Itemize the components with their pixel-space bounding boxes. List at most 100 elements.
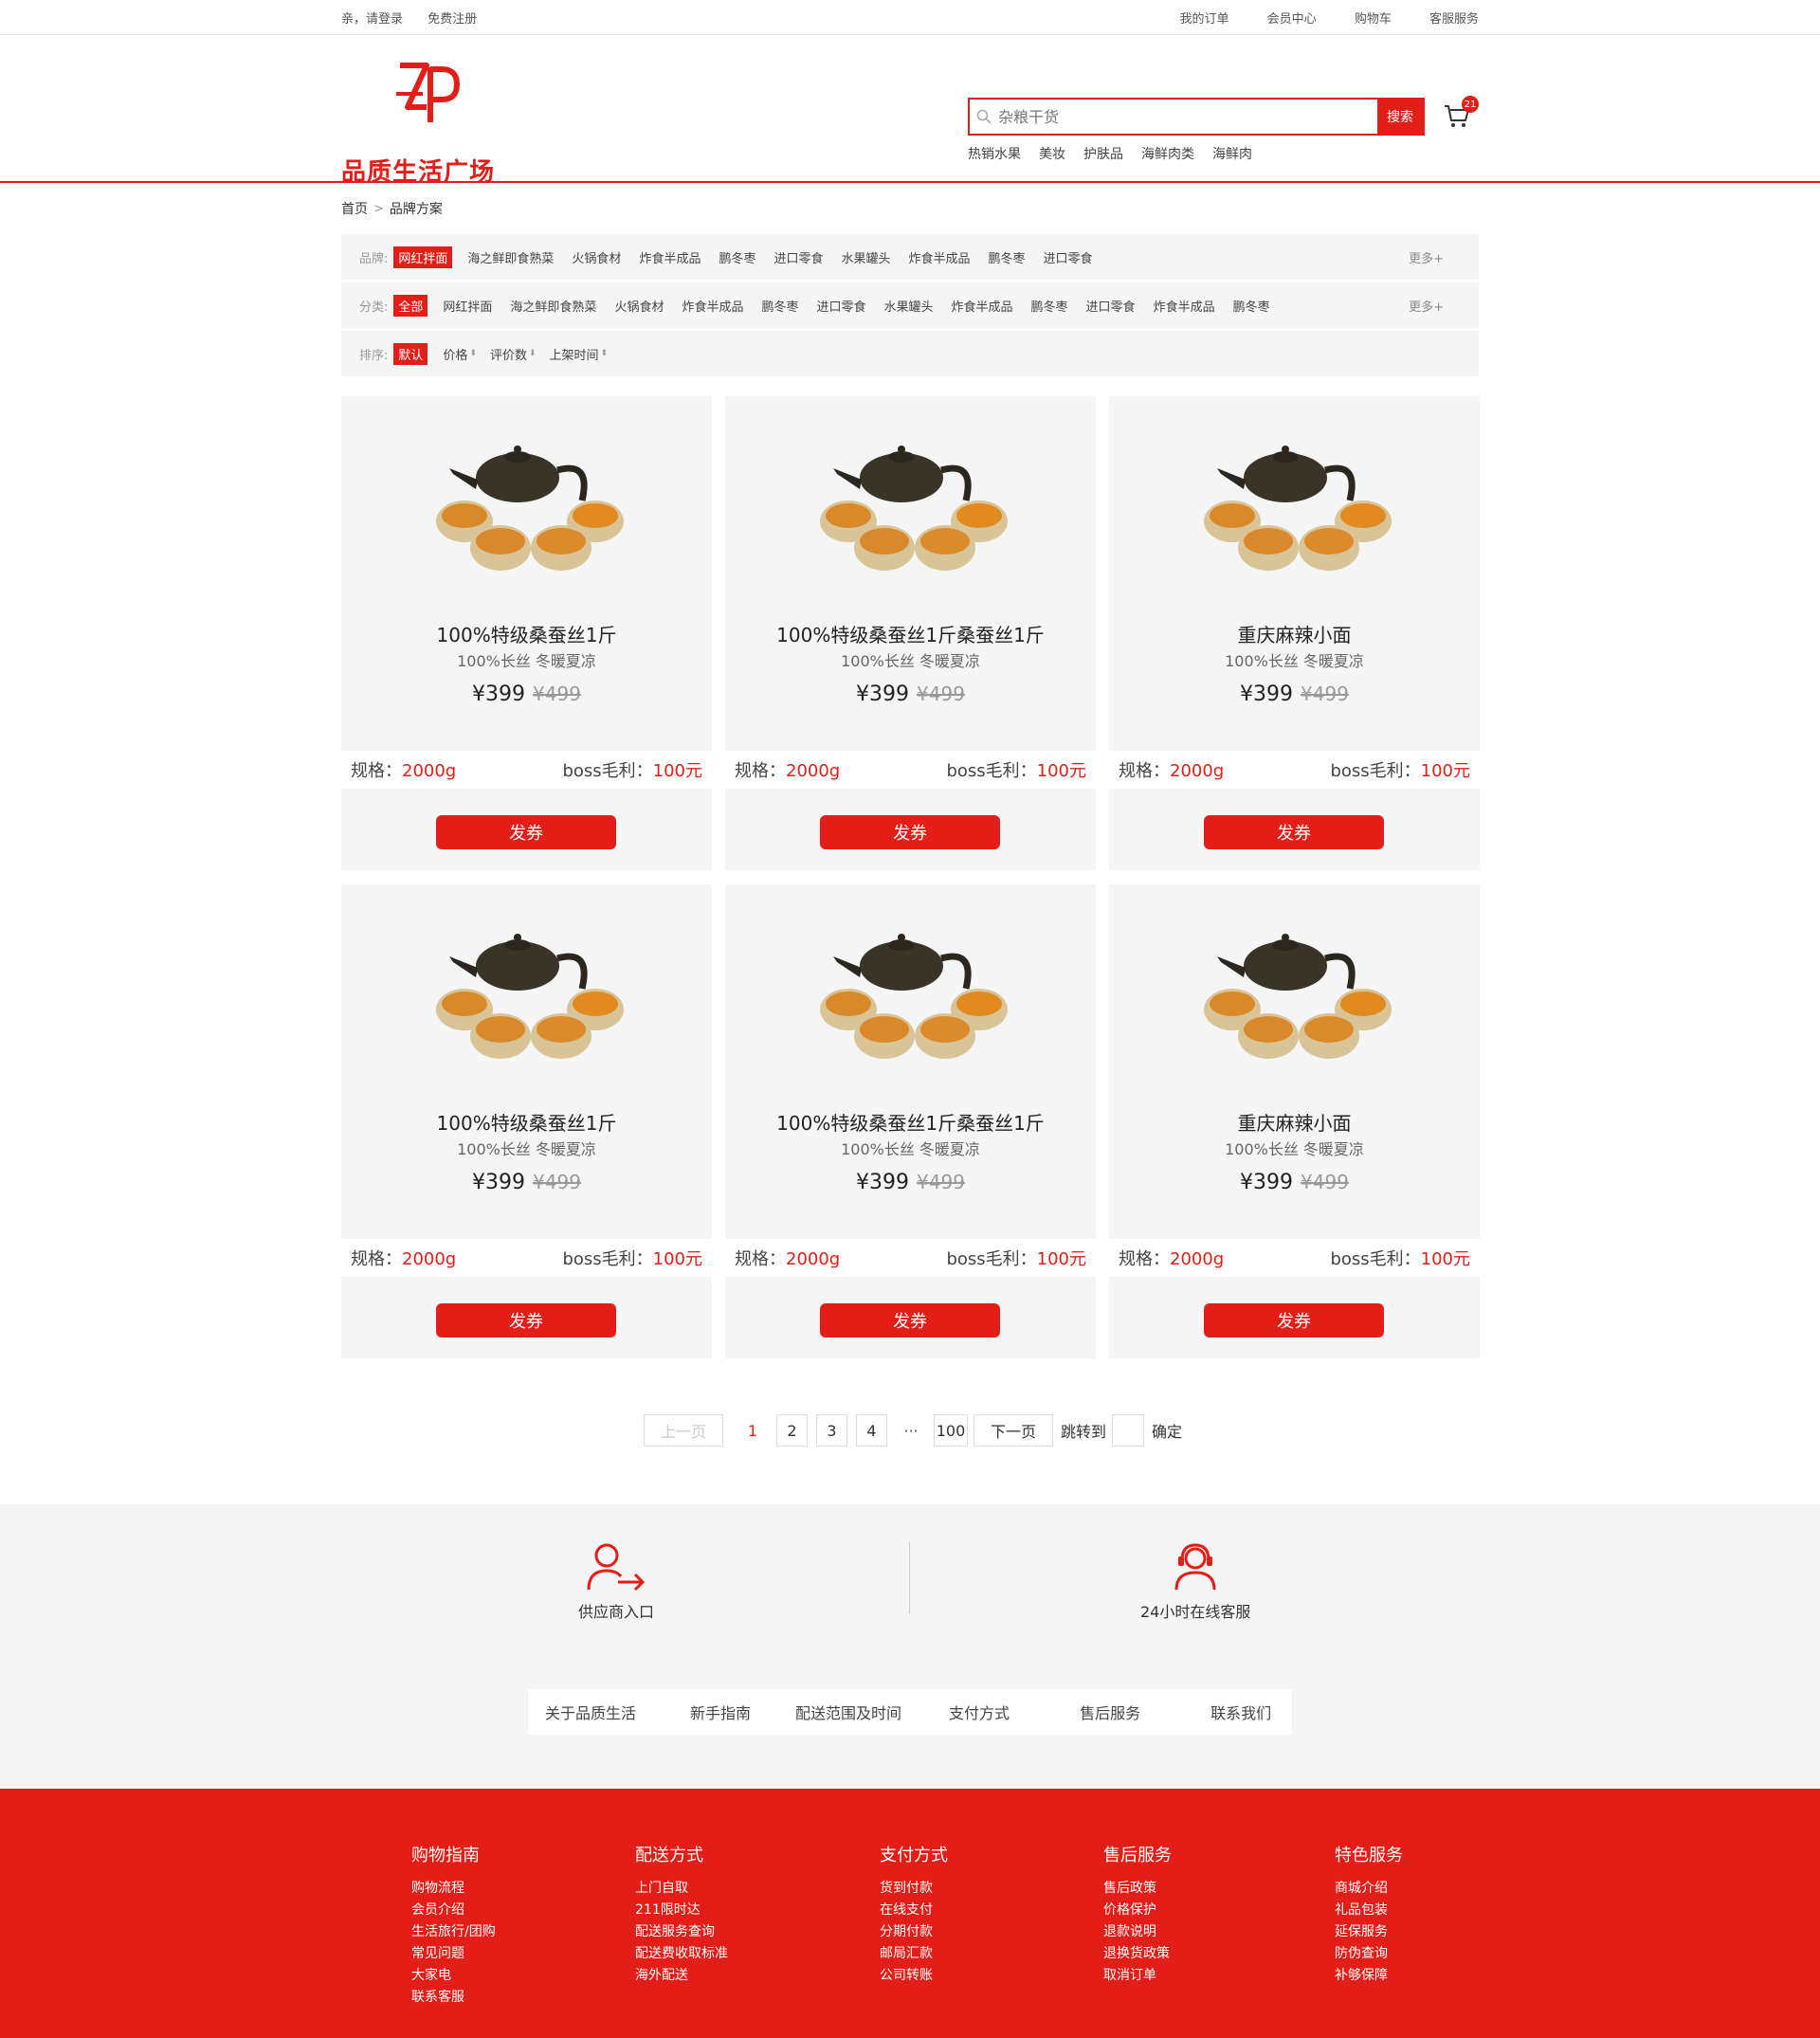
footer-link[interactable]: 211限时达 xyxy=(635,1900,728,1921)
product-card[interactable]: 100%特级桑蚕丝1斤 100%长丝 冬暖夏凉 ¥399 ¥499 规格：2000g bo… xyxy=(341,396,712,870)
footer-link[interactable]: 延保服务 xyxy=(1335,1921,1403,1943)
search-button[interactable]: 搜索 xyxy=(1377,100,1423,134)
info-link[interactable]: 配送范围及时间 xyxy=(795,1701,901,1723)
sort-by-date[interactable]: 上架时间 ⬍ xyxy=(550,345,609,363)
brand-filter-option[interactable]: 炸食半成品 xyxy=(909,248,971,266)
footer-link[interactable]: 生活旅行/团购 xyxy=(411,1921,496,1943)
footer-link[interactable]: 在线支付 xyxy=(880,1900,948,1921)
footer-link[interactable]: 分期付款 xyxy=(880,1921,948,1943)
sort-default-active[interactable]: 默认 xyxy=(393,342,428,365)
category-filter-option[interactable]: 网红拌面 xyxy=(443,297,492,315)
product-card[interactable]: 100%特级桑蚕丝1斤桑蚕丝1斤 100%长丝 冬暖夏凉 ¥399 ¥499 规格：20… xyxy=(725,884,1096,1358)
register-link[interactable]: 免费注册 xyxy=(428,12,477,27)
issue-coupon-button[interactable]: 发券 xyxy=(820,1303,1000,1337)
teapot-product-image[interactable] xyxy=(1198,442,1397,584)
cart-button[interactable]: 21 xyxy=(1443,96,1479,136)
cart-link[interactable]: 购物车 xyxy=(1355,12,1392,27)
product-card[interactable]: 重庆麻辣小面 100%长丝 冬暖夏凉 ¥399 ¥499 规格：2000g boss毛利：… xyxy=(1109,884,1480,1358)
issue-coupon-button[interactable]: 发券 xyxy=(1204,815,1384,849)
product-name[interactable]: 100%特级桑蚕丝1斤 xyxy=(341,1108,712,1136)
category-filter-option[interactable]: 鹏冬枣 xyxy=(1031,297,1068,315)
footer-link[interactable]: 常见问题 xyxy=(411,1943,496,1965)
category-filter-option[interactable]: 炸食半成品 xyxy=(1154,297,1215,315)
brand-more-button[interactable]: 更多+ xyxy=(1409,248,1444,266)
brand-filter-option[interactable]: 水果罐头 xyxy=(841,248,890,266)
footer-link[interactable]: 海外配送 xyxy=(635,1965,728,1987)
product-card[interactable]: 100%特级桑蚕丝1斤 100%长丝 冬暖夏凉 ¥399 ¥499 规格：2000g bo… xyxy=(341,884,712,1358)
search-input[interactable] xyxy=(998,100,1377,134)
issue-coupon-button[interactable]: 发券 xyxy=(820,815,1000,849)
customer-service-link[interactable]: 客服服务 xyxy=(1429,12,1479,27)
footer-link[interactable]: 取消订单 xyxy=(1103,1965,1172,1987)
brand-filter-active[interactable]: 网红拌面 xyxy=(393,246,453,268)
hotword-link[interactable]: 护肤品 xyxy=(1083,144,1123,163)
product-name[interactable]: 100%特级桑蚕丝1斤 xyxy=(341,620,712,647)
footer-link[interactable]: 补够保障 xyxy=(1335,1965,1403,1987)
footer-link[interactable]: 商城介绍 xyxy=(1335,1878,1403,1900)
info-link[interactable]: 关于品质生活 xyxy=(545,1701,636,1723)
category-filter-active[interactable]: 全部 xyxy=(393,294,428,317)
category-filter-option[interactable]: 鹏冬枣 xyxy=(761,297,798,315)
last-page-number[interactable]: 100 xyxy=(934,1414,968,1447)
page-number[interactable]: 4 xyxy=(856,1414,887,1447)
footer-link[interactable]: 价格保护 xyxy=(1103,1900,1172,1921)
footer-link[interactable]: 配送费收取标准 xyxy=(635,1943,728,1965)
brand-filter-option[interactable]: 鹏冬枣 xyxy=(989,248,1026,266)
brand-filter-option[interactable]: 海之鲜即食熟菜 xyxy=(467,248,554,266)
teapot-product-image[interactable] xyxy=(430,930,629,1072)
footer-link[interactable]: 购物流程 xyxy=(411,1878,496,1900)
info-link[interactable]: 联系我们 xyxy=(1210,1701,1271,1723)
footer-link[interactable]: 售后政策 xyxy=(1103,1878,1172,1900)
brand-filter-option[interactable]: 鹏冬枣 xyxy=(719,248,755,266)
online-support[interactable]: 24小时在线客服 xyxy=(1140,1542,1250,1622)
info-link[interactable]: 售后服务 xyxy=(1080,1701,1140,1723)
product-name[interactable]: 重庆麻辣小面 xyxy=(1109,620,1480,647)
member-center-link[interactable]: 会员中心 xyxy=(1267,12,1317,27)
info-link[interactable]: 新手指南 xyxy=(690,1701,751,1723)
footer-link[interactable]: 上门自取 xyxy=(635,1878,728,1900)
footer-link[interactable]: 会员介绍 xyxy=(411,1900,496,1921)
footer-link[interactable]: 大家电 xyxy=(411,1965,496,1987)
teapot-product-image[interactable] xyxy=(814,442,1013,584)
brand-filter-option[interactable]: 火锅食材 xyxy=(572,248,621,266)
footer-link[interactable]: 联系客服 xyxy=(411,1987,496,2009)
page-number[interactable]: 3 xyxy=(816,1414,847,1447)
issue-coupon-button[interactable]: 发券 xyxy=(436,815,616,849)
category-filter-option[interactable]: 进口零食 xyxy=(816,297,865,315)
category-filter-option[interactable]: 进口零食 xyxy=(1086,297,1136,315)
footer-link[interactable]: 防伪查询 xyxy=(1335,1943,1403,1965)
footer-link[interactable]: 公司转账 xyxy=(880,1965,948,1987)
current-page[interactable]: 1 xyxy=(738,1422,767,1440)
footer-link[interactable]: 退换货政策 xyxy=(1103,1943,1172,1965)
sort-by-reviews[interactable]: 评价数 ⬇ xyxy=(490,345,537,363)
footer-link[interactable]: 货到付款 xyxy=(880,1878,948,1900)
product-name[interactable]: 重庆麻辣小面 xyxy=(1109,1108,1480,1136)
category-filter-option[interactable]: 炸食半成品 xyxy=(952,297,1013,315)
hotword-link[interactable]: 海鲜肉类 xyxy=(1141,144,1194,163)
login-link[interactable]: 亲，请登录 xyxy=(341,12,403,27)
brand-filter-option[interactable]: 进口零食 xyxy=(1044,248,1093,266)
product-card[interactable]: 100%特级桑蚕丝1斤桑蚕丝1斤 100%长丝 冬暖夏凉 ¥399 ¥499 规格：20… xyxy=(725,396,1096,870)
jump-page-input[interactable] xyxy=(1112,1414,1145,1447)
footer-link[interactable]: 邮局汇款 xyxy=(880,1943,948,1965)
hotword-link[interactable]: 海鲜肉 xyxy=(1212,144,1252,163)
category-filter-option[interactable]: 海之鲜即食熟菜 xyxy=(510,297,596,315)
jump-confirm-button[interactable]: 确定 xyxy=(1152,1419,1182,1442)
brand-filter-option[interactable]: 炸食半成品 xyxy=(639,248,701,266)
category-filter-option[interactable]: 水果罐头 xyxy=(884,297,934,315)
issue-coupon-button[interactable]: 发券 xyxy=(1204,1303,1384,1337)
teapot-product-image[interactable] xyxy=(1198,930,1397,1072)
info-link[interactable]: 支付方式 xyxy=(949,1701,1010,1723)
category-more-button[interactable]: 更多+ xyxy=(1409,297,1444,315)
next-page-button[interactable]: 下一页 xyxy=(974,1414,1053,1447)
category-filter-option[interactable]: 鹏冬枣 xyxy=(1233,297,1270,315)
issue-coupon-button[interactable]: 发券 xyxy=(436,1303,616,1337)
hotword-link[interactable]: 美妆 xyxy=(1039,144,1065,163)
brand-filter-option[interactable]: 进口零食 xyxy=(774,248,823,266)
product-name[interactable]: 100%特级桑蚕丝1斤桑蚕丝1斤 xyxy=(725,1108,1096,1136)
product-name[interactable]: 100%特级桑蚕丝1斤桑蚕丝1斤 xyxy=(725,620,1096,647)
sort-by-price[interactable]: 价格 ⬍ xyxy=(443,345,477,363)
product-card[interactable]: 重庆麻辣小面 100%长丝 冬暖夏凉 ¥399 ¥499 规格：2000g boss毛利：… xyxy=(1109,396,1480,870)
page-number[interactable]: 2 xyxy=(776,1414,808,1447)
breadcrumb-home[interactable]: 首页 xyxy=(341,199,368,218)
